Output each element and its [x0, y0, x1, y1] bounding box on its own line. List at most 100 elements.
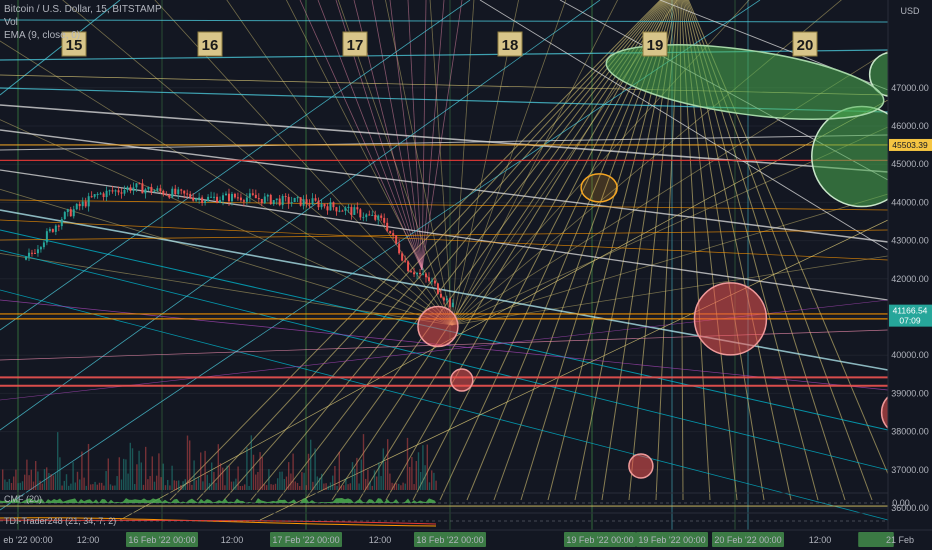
circle-marker [450, 368, 474, 392]
price-tick-label: 44000.00 [891, 197, 929, 207]
volume-bar [312, 481, 314, 490]
volume-bar [204, 450, 206, 490]
candle-body [93, 194, 96, 197]
candle-body [147, 186, 150, 190]
candle-body [210, 196, 213, 198]
day-box-label: 19 [647, 37, 664, 54]
candle-body [108, 190, 111, 192]
countdown-text: 07:09 [899, 316, 921, 326]
candle-body [126, 187, 129, 190]
volume-bar [4, 479, 6, 490]
candle-body [341, 210, 344, 212]
volume-bar [215, 482, 217, 490]
volume-bar [266, 485, 268, 490]
candle-body [278, 198, 281, 206]
candle-body [48, 229, 51, 232]
volume-bar [61, 485, 63, 490]
candle-body [198, 197, 201, 199]
price-tick-label: 37000.00 [891, 465, 929, 475]
candle-body [216, 196, 219, 203]
volume-bar [184, 479, 186, 490]
candle-body [451, 302, 454, 308]
volume-bar [140, 462, 142, 490]
candle-body [407, 261, 410, 272]
candle-body [272, 200, 275, 205]
volume-bar [270, 484, 272, 490]
candle-body [445, 298, 448, 301]
time-tick-label: 19 Feb '22 00:00 [638, 535, 705, 545]
volume-bar [37, 471, 39, 490]
volume-bar [402, 482, 404, 490]
volume-bar [395, 483, 398, 490]
candle-body [389, 230, 392, 234]
volume-bar [387, 439, 389, 490]
volume-bar [30, 469, 32, 490]
volume-bar [70, 483, 72, 490]
volume-bar [268, 469, 270, 490]
volume-bar [435, 480, 437, 490]
candle-body [45, 231, 48, 243]
volume-bar [257, 471, 259, 490]
day-box: 19 [642, 31, 668, 57]
volume-bar [371, 485, 373, 490]
time-tick-label: 16 Feb '22 00:00 [128, 535, 195, 545]
volume-bar [376, 476, 378, 490]
volume-bar [81, 451, 83, 490]
candle-body [30, 252, 33, 254]
candle-body [153, 190, 156, 193]
volume-bar [362, 434, 365, 490]
volume-bar [356, 457, 358, 490]
candle-body [186, 193, 189, 195]
candle-body [87, 196, 90, 207]
candle-body [392, 233, 395, 236]
candle-body [275, 198, 278, 201]
day-box: 20 [792, 31, 818, 57]
volume-bar [367, 469, 369, 490]
candle-body [224, 193, 227, 196]
time-axis[interactable]: eb '22 00:00 12:00 16 Feb '22 00:00 12:00 17… [0, 529, 932, 550]
price-tick-label: 38000.00 [891, 427, 929, 437]
price-chart[interactable]: 15 16 17 18 19 20 CMF (20)TDI-Trader248 (21, … [0, 0, 932, 550]
volume-bar [235, 478, 237, 490]
volume-bar [294, 481, 296, 490]
candle-body [242, 200, 245, 202]
candle-body [377, 215, 380, 220]
volume-bar [35, 461, 37, 490]
volume-bar [259, 452, 261, 490]
volume-bar [261, 457, 263, 490]
candle-body [117, 190, 120, 193]
volume-bar [186, 435, 189, 490]
volume-bar [345, 478, 347, 490]
price-axis[interactable]: USD36000.0037000.0038000.0039000.0040000… [887, 0, 932, 550]
candle-body [290, 201, 293, 204]
candle-body [386, 222, 389, 231]
candle-body [39, 247, 42, 250]
candle-body [25, 256, 27, 260]
volume-bar [191, 484, 193, 490]
volume-bar [145, 446, 147, 490]
volume-bar [382, 448, 384, 490]
volume-bar [46, 467, 48, 490]
volume-bar [338, 451, 340, 490]
candle-body [222, 195, 225, 201]
volume-bar [103, 485, 105, 490]
volume-bar [8, 478, 10, 490]
candle-body [120, 192, 123, 194]
candle-body [78, 203, 81, 207]
candle-body [430, 280, 433, 282]
ema-label: EMA (9, close, 0) [4, 30, 81, 41]
candle-body [27, 252, 30, 257]
volume-bar [332, 475, 334, 490]
volume-bar [208, 483, 211, 490]
candle-body [410, 271, 413, 273]
volume-bar [54, 473, 57, 490]
candle-body [359, 209, 362, 218]
volume-bar [206, 474, 208, 490]
volume-bar [197, 477, 200, 490]
volume-bar [409, 466, 411, 490]
volume-bar [239, 485, 241, 490]
volume-bar [323, 483, 325, 490]
candle-body [236, 197, 239, 199]
volume-bar [21, 481, 24, 490]
volume-bar [224, 485, 226, 490]
